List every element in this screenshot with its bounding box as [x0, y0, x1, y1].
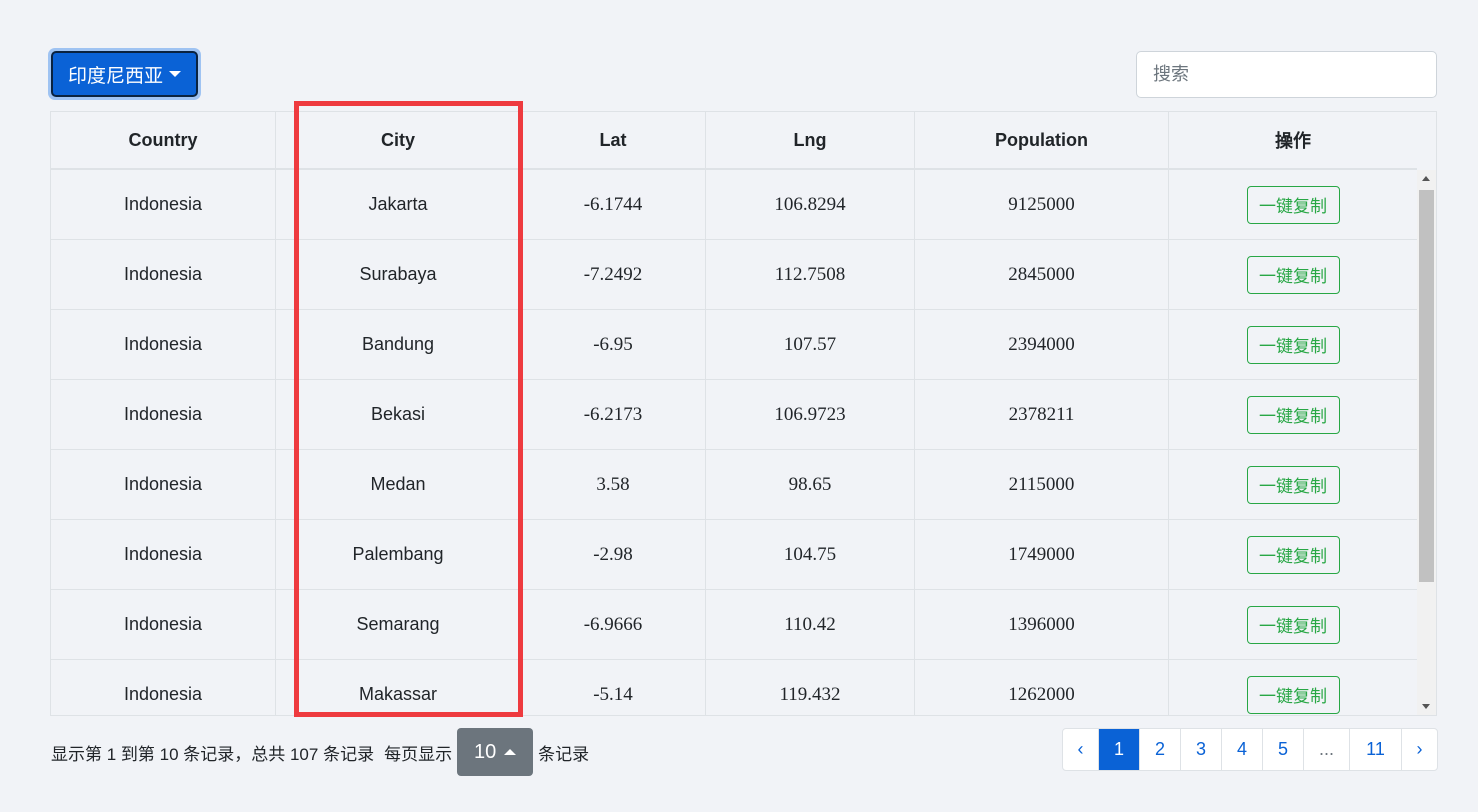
pagination-page-1[interactable]: 1 — [1099, 729, 1140, 770]
cell-country: Indonesia — [51, 590, 276, 659]
cell-lat: -6.95 — [521, 310, 706, 379]
cell-lat: -6.1744 — [521, 170, 706, 239]
cell-country: Indonesia — [51, 240, 276, 309]
cell-actions: 一键复制 — [1169, 590, 1417, 659]
cell-country: Indonesia — [51, 660, 276, 715]
cell-city: Jakarta — [276, 170, 521, 239]
cell-actions: 一键复制 — [1169, 170, 1417, 239]
cell-city: Makassar — [276, 660, 521, 715]
cell-population: 2394000 — [915, 310, 1169, 379]
scroll-thumb[interactable] — [1419, 190, 1434, 582]
cell-lat: -7.2492 — [521, 240, 706, 309]
copy-button[interactable]: 一键复制 — [1246, 605, 1340, 644]
pagination-page-4[interactable]: 4 — [1222, 729, 1263, 770]
cell-lng: 110.42 — [706, 590, 915, 659]
copy-button[interactable]: 一键复制 — [1246, 535, 1340, 574]
cell-city: Semarang — [276, 590, 521, 659]
copy-button[interactable]: 一键复制 — [1246, 395, 1340, 434]
cell-population: 1396000 — [915, 590, 1169, 659]
pagination-page-2[interactable]: 2 — [1140, 729, 1181, 770]
pagination-info: 显示第 1 到第 10 条记录，总共 107 条记录 每页显示 10 条记录 — [51, 728, 589, 776]
cell-country: Indonesia — [51, 380, 276, 449]
country-dropdown-label: 印度尼西亚 — [67, 65, 163, 87]
table-scrollbar[interactable] — [1417, 170, 1436, 715]
pagination-page-11[interactable]: 11 — [1350, 729, 1402, 770]
cell-country: Indonesia — [51, 520, 276, 589]
cell-lat: -6.9666 — [521, 590, 706, 659]
cell-city: Bekasi — [276, 380, 521, 449]
cell-city: Bandung — [276, 310, 521, 379]
cell-country: Indonesia — [51, 450, 276, 519]
cell-lat: -5.14 — [521, 660, 706, 715]
table-row: Indonesia Jakarta -6.1744 106.8294 91250… — [51, 170, 1417, 240]
cell-actions: 一键复制 — [1169, 520, 1417, 589]
table-row: Indonesia Surabaya -7.2492 112.7508 2845… — [51, 240, 1417, 310]
page-size-dropdown[interactable]: 10 — [457, 728, 534, 776]
cell-lng: 119.432 — [706, 660, 915, 715]
copy-button[interactable]: 一键复制 — [1246, 185, 1340, 224]
pagination-prev[interactable]: ‹ — [1063, 729, 1099, 770]
cell-population: 2845000 — [915, 240, 1169, 309]
cell-lng: 107.57 — [706, 310, 915, 379]
page-size-value: 10 — [473, 740, 497, 763]
copy-button[interactable]: 一键复制 — [1246, 465, 1340, 504]
cell-country: Indonesia — [51, 310, 276, 379]
column-header-city[interactable]: City — [276, 112, 521, 168]
pagination-page-5[interactable]: 5 — [1263, 729, 1304, 770]
cell-actions: 一键复制 — [1169, 660, 1417, 715]
scroll-up-arrow-icon[interactable] — [1422, 176, 1430, 181]
cell-actions: 一键复制 — [1169, 240, 1417, 309]
scroll-down-arrow-icon[interactable] — [1422, 704, 1430, 709]
cell-lat: -2.98 — [521, 520, 706, 589]
table-row: Indonesia Semarang -6.9666 110.42 139600… — [51, 590, 1417, 660]
table-body: Indonesia Jakarta -6.1744 106.8294 91250… — [51, 170, 1417, 715]
cell-actions: 一键复制 — [1169, 310, 1417, 379]
column-header-actions: 操作 — [1275, 131, 1311, 151]
cell-population: 1262000 — [915, 660, 1169, 715]
cell-lng: 106.8294 — [706, 170, 915, 239]
cell-population: 1749000 — [915, 520, 1169, 589]
pagination: ‹ 1 2 3 4 5 ... 11 › — [1062, 728, 1438, 771]
cell-city: Palembang — [276, 520, 521, 589]
pagination-ellipsis: ... — [1304, 729, 1350, 770]
copy-button[interactable]: 一键复制 — [1246, 675, 1340, 714]
table-row: Indonesia Palembang -2.98 104.75 1749000… — [51, 520, 1417, 590]
cell-city: Surabaya — [276, 240, 521, 309]
table-header: Country City Lat Lng Population 操作 — [51, 112, 1417, 170]
cell-population: 9125000 — [915, 170, 1169, 239]
cell-lat: 3.58 — [521, 450, 706, 519]
search-input[interactable] — [1136, 51, 1437, 98]
country-dropdown[interactable]: 印度尼西亚 — [48, 48, 201, 100]
country-dropdown-button[interactable]: 印度尼西亚 — [51, 51, 198, 97]
cell-lng: 112.7508 — [706, 240, 915, 309]
column-header-lat[interactable]: Lat — [521, 112, 706, 168]
cell-actions: 一键复制 — [1169, 450, 1417, 519]
cell-lng: 98.65 — [706, 450, 915, 519]
caret-up-icon — [504, 749, 517, 755]
cell-population: 2378211 — [915, 380, 1169, 449]
column-header-population[interactable]: Population — [915, 112, 1169, 168]
table-row: Indonesia Bekasi -6.2173 106.9723 237821… — [51, 380, 1417, 450]
pagination-page-3[interactable]: 3 — [1181, 729, 1222, 770]
copy-button[interactable]: 一键复制 — [1246, 325, 1340, 364]
cell-actions: 一键复制 — [1169, 380, 1417, 449]
cell-country: Indonesia — [51, 170, 276, 239]
caret-down-icon — [169, 71, 181, 77]
cell-lng: 106.9723 — [706, 380, 915, 449]
per-page-prefix: 每页显示 — [384, 744, 453, 764]
per-page-suffix: 条记录 — [538, 744, 590, 764]
table-row: Indonesia Makassar -5.14 119.432 1262000… — [51, 660, 1417, 715]
column-header-country[interactable]: Country — [51, 112, 276, 168]
cell-lng: 104.75 — [706, 520, 915, 589]
cell-population: 2115000 — [915, 450, 1169, 519]
pagination-next[interactable]: › — [1402, 729, 1437, 770]
data-table: Country City Lat Lng Population 操作 Indon… — [50, 111, 1437, 716]
table-row: Indonesia Medan 3.58 98.65 2115000 一键复制 — [51, 450, 1417, 520]
record-count-text: 显示第 1 到第 10 条记录，总共 107 条记录 — [51, 744, 375, 764]
cell-lat: -6.2173 — [521, 380, 706, 449]
table-row: Indonesia Bandung -6.95 107.57 2394000 一… — [51, 310, 1417, 380]
cell-city: Medan — [276, 450, 521, 519]
copy-button[interactable]: 一键复制 — [1246, 255, 1340, 294]
column-header-lng[interactable]: Lng — [706, 112, 915, 168]
